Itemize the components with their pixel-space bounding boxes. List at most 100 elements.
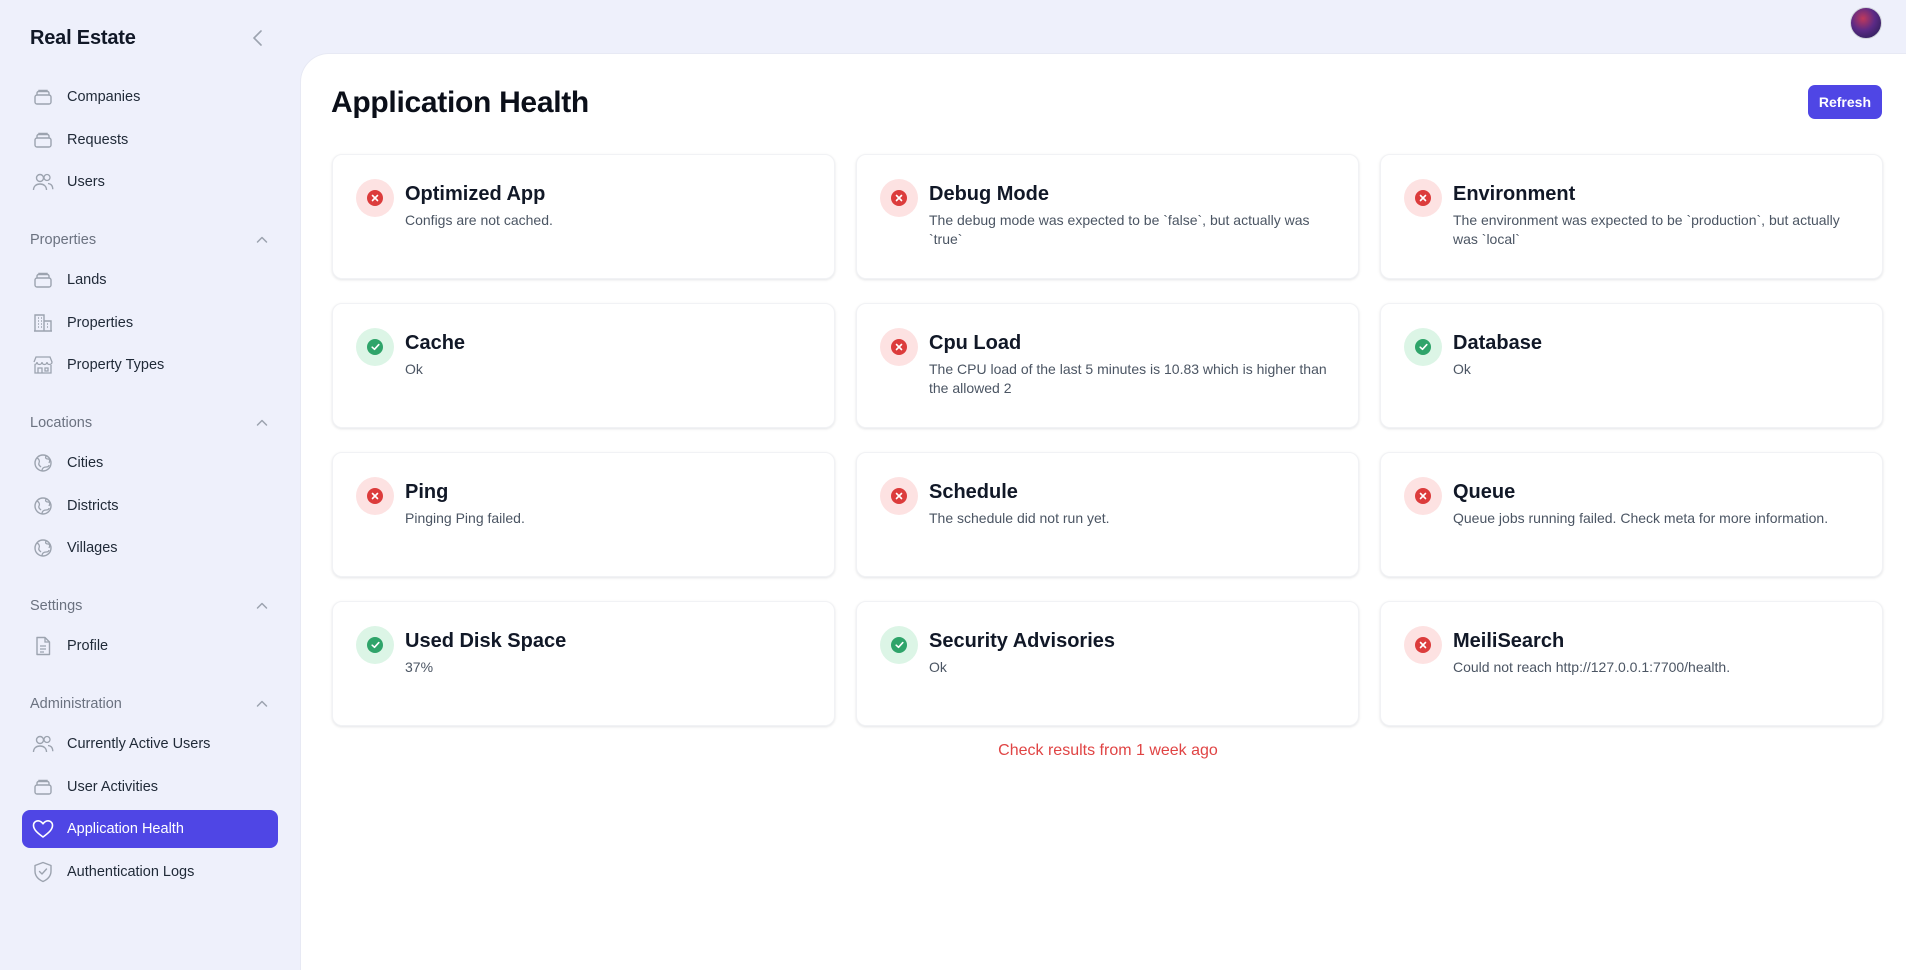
sidebar-item-label: Application Health [67,821,184,837]
check-circle-icon [1404,328,1442,366]
main-panel: Application Health Refresh Optimized App… [301,54,1906,970]
health-check-text: MeiliSearch Could not reach http://127.0.… [1453,626,1730,677]
sidebar-item-authentication-logs[interactable]: Authentication Logs [22,853,278,891]
health-check-text: Cache Ok [405,328,465,379]
sidebar-item-properties[interactable]: Properties [22,304,278,342]
sidebar-item-users[interactable]: Users [22,163,278,201]
chevron-up-icon [256,419,268,426]
sidebar-item-application-health[interactable]: Application Health [22,810,278,848]
health-check-message: Ok [405,361,423,377]
nav-group-label: Administration [30,696,122,712]
x-circle-icon [1404,626,1442,664]
health-check-name: Debug Mode [929,183,1049,205]
health-check-card-security-advisories: Security Advisories Ok [856,601,1359,726]
sidebar-item-currently-active-users[interactable]: Currently Active Users [22,725,278,763]
refresh-button[interactable]: Refresh [1807,85,1882,119]
globe-icon [32,495,54,517]
health-check-card-used-disk-space: Used Disk Space 37% [332,601,835,726]
sidebar-item-label: Properties [67,314,134,331]
chevron-up-icon [256,602,268,609]
health-check-message: Pinging Ping failed. [405,510,525,526]
nav-group-label: Settings [30,598,83,614]
health-check-name: Cpu Load [929,332,1022,354]
sidebar-item-user-activities[interactable]: User Activities [22,768,278,806]
health-check-card-schedule: Schedule The schedule did not run yet. [856,452,1359,577]
sidebar-item-requests[interactable]: Requests [22,121,278,159]
sidebar-item-villages[interactable]: Villages [22,529,278,567]
health-check-grid: Optimized App Configs are not cached. Debu… [332,154,1884,726]
sidebar-item-label: User Activities [67,778,159,795]
sidebar-item-label: Property Types [67,357,165,373]
sidebar-item-profile[interactable]: Profile [22,627,278,665]
check-circle-icon [356,626,394,664]
storefront-icon [32,354,54,376]
stack-icon [32,776,54,798]
sidebar-item-districts[interactable]: Districts [22,487,278,525]
sidebar-item-property-types[interactable]: Property Types [22,346,278,384]
health-check-name: Ping [405,481,449,503]
sidebar-item-label: Currently Active Users [67,736,211,752]
chevron-left-icon [253,30,262,46]
health-check-message: The schedule did not run yet. [929,510,1110,526]
nav-group-administration: Administration Currently Active Users User… [22,687,278,891]
collapse-sidebar-button[interactable] [246,26,270,50]
health-check-name: Cache [405,332,466,354]
health-check-card-database: Database Ok [1380,303,1883,428]
stack-icon [32,129,54,151]
building-icon [32,312,54,334]
health-check-name: Security Advisories [929,630,1116,652]
check-circle-icon [880,626,918,664]
nav-group-header-locations[interactable]: Locations [22,406,278,440]
document-icon [32,635,54,657]
health-check-card-environment: Environment The environment was expected … [1380,154,1883,279]
health-check-message: Queue jobs running failed. Check meta fo… [1453,510,1829,526]
health-check-message: Configs are not cached. [405,212,553,228]
nav-group-settings: Settings Profile [22,589,278,665]
x-circle-icon [1404,477,1442,515]
health-check-name: Queue [1453,481,1516,503]
shield-check-icon [32,861,54,883]
sidebar-item-lands[interactable]: Lands [22,261,278,299]
sidebar: Real Estate Companies Requests Users Proper… [0,0,300,970]
sidebar-item-cities[interactable]: Cities [22,444,278,482]
nav-group-header-settings[interactable]: Settings [22,589,278,623]
heart-icon [32,818,54,840]
nav-group-main: Companies Requests Users [22,78,278,201]
sidebar-item-label: Villages [67,540,118,556]
health-check-name: Database [1453,332,1542,354]
health-check-message: The CPU load of the last 5 minutes is 10… [929,361,1327,396]
health-check-message: Ok [1453,361,1471,377]
stack-icon [32,86,54,108]
health-check-text: Cpu Load The CPU load of the last 5 minut… [929,328,1338,398]
x-circle-icon [356,477,394,515]
health-check-text: Optimized App Configs are not cached. [405,179,553,230]
x-circle-icon [880,328,918,366]
sidebar-item-label: Companies [67,89,141,105]
app-title: Real Estate [30,26,136,49]
nav-group-header-administration[interactable]: Administration [22,687,278,721]
health-check-message: Ok [929,659,947,675]
sidebar-item-label: Profile [67,638,109,654]
x-circle-icon [880,179,918,217]
globe-icon [32,452,54,474]
health-check-message: The environment was expected to be `prod… [1453,212,1840,247]
sidebar-item-companies[interactable]: Companies [22,78,278,116]
health-check-text: Database Ok [1453,328,1542,379]
sidebar-header: Real Estate [22,0,278,76]
health-check-name: MeiliSearch [1453,630,1565,652]
check-circle-icon [356,328,394,366]
stack-icon [32,269,54,291]
sidebar-item-label: Requests [67,131,129,148]
sidebar-item-label: Districts [67,497,119,514]
health-check-name: Environment [1453,183,1576,205]
user-avatar[interactable] [1850,7,1882,39]
health-check-text: Security Advisories Ok [929,626,1115,677]
health-check-text: Queue Queue jobs running failed. Check me… [1453,477,1828,528]
sidebar-item-label: Users [67,174,105,190]
health-check-message: The debug mode was expected to be `false… [929,212,1310,247]
x-circle-icon [1404,179,1442,217]
health-check-name: Schedule [929,481,1018,503]
sidebar-item-label: Lands [67,272,107,288]
globe-icon [32,537,54,559]
nav-group-header-properties[interactable]: Properties [22,223,278,257]
